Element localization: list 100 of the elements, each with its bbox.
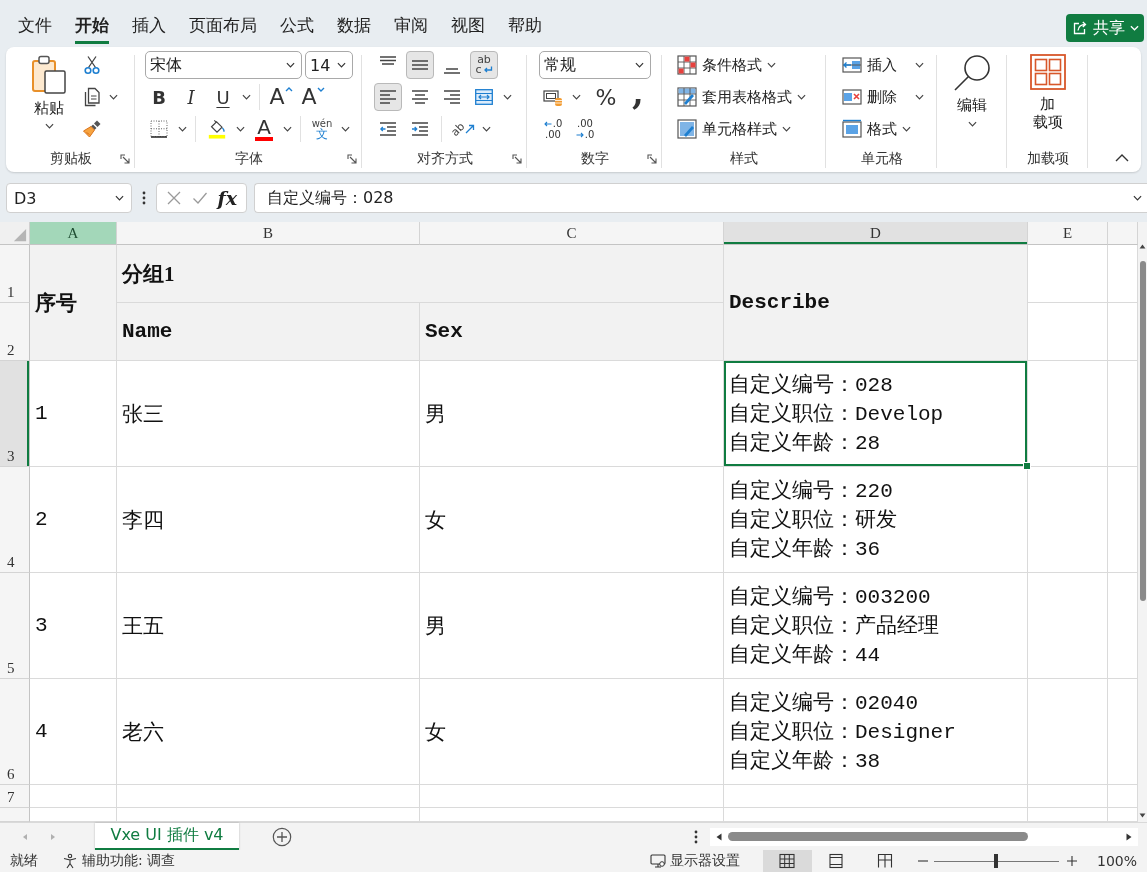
column-header[interactable]: E	[1028, 222, 1108, 245]
alignment-button[interactable]	[374, 83, 402, 111]
launcher-icon[interactable]	[512, 154, 522, 164]
column-header[interactable]: B	[117, 222, 420, 245]
alignment-button[interactable]	[406, 51, 434, 79]
launcher-icon[interactable]	[120, 154, 130, 164]
caret-icon[interactable]	[572, 94, 581, 100]
caret-icon	[915, 62, 924, 68]
formula-field[interactable]: 自定义编号：028	[254, 183, 1147, 213]
font-name-field[interactable]: 宋体	[145, 51, 302, 79]
insert-function-button[interactable]: fx	[217, 187, 238, 209]
menu-tab[interactable]: 视图	[440, 11, 496, 44]
scrollbar-thumb[interactable]	[1139, 261, 1146, 601]
font-size-button[interactable]: A	[267, 83, 295, 111]
right-arrow-icon[interactable]	[1126, 832, 1132, 841]
down-arrow-icon[interactable]	[1139, 813, 1146, 818]
ribbon-button[interactable]: 格式	[839, 115, 914, 143]
name-box[interactable]: D3	[6, 183, 132, 213]
horizontal-scrollbar[interactable]	[710, 827, 1138, 846]
font-size-button[interactable]: A	[299, 83, 327, 111]
alignment-button[interactable]: ab	[449, 115, 477, 143]
align-top-icon	[380, 55, 396, 65]
accessibility-button[interactable]: 辅助功能: 调查	[62, 850, 176, 872]
text-style-button[interactable]: I	[177, 83, 205, 111]
align-center-icon	[412, 90, 428, 104]
alignment-button[interactable]: ab c	[470, 51, 498, 79]
minus-icon[interactable]	[917, 860, 928, 862]
chevron-up-icon[interactable]	[1115, 154, 1129, 162]
font-color-button[interactable]: A	[250, 115, 278, 143]
scrollbar-thumb[interactable]	[728, 832, 1028, 841]
percent-button[interactable]: %	[592, 83, 620, 111]
checkmark-icon[interactable]	[191, 190, 208, 206]
table-cell: 女	[420, 679, 724, 785]
phonetic-button[interactable]: wén 文	[308, 115, 336, 143]
menu-tab[interactable]: 审阅	[383, 11, 439, 44]
table-cell: 自定义编号：028 自定义职位：Develop 自定义年龄：28	[724, 361, 1028, 467]
column-header[interactable]: C	[420, 222, 724, 245]
menu-tab[interactable]: 帮助	[497, 11, 553, 44]
left-arrow-icon[interactable]	[716, 832, 722, 841]
caret-icon[interactable]	[178, 126, 187, 132]
ribbon-button[interactable]: 插入	[839, 51, 927, 79]
ribbon-button[interactable]: 单元格样式	[674, 115, 794, 143]
row-header[interactable]: 3	[0, 361, 30, 467]
share-button[interactable]: 共享	[1066, 14, 1144, 42]
font-size-field[interactable]: 14	[305, 51, 353, 79]
row-header[interactable]: 4	[0, 467, 30, 573]
caret-icon[interactable]	[341, 126, 350, 132]
caret-icon	[967, 121, 977, 127]
row-header[interactable]: 6	[0, 679, 30, 785]
menu-tab[interactable]: 文件	[7, 11, 63, 44]
text-style-button[interactable]: B	[145, 83, 173, 111]
caret-icon[interactable]	[109, 94, 118, 100]
plus-icon[interactable]	[1066, 856, 1077, 866]
page-break-icon	[877, 853, 894, 869]
decimal-button[interactable]: .00 .0	[571, 115, 599, 143]
decimal-button[interactable]: .0 .00	[539, 115, 567, 143]
editing-button[interactable]: 编辑	[952, 53, 992, 148]
column-header[interactable]: D	[724, 222, 1028, 245]
row-header[interactable]: 7	[0, 785, 30, 808]
paste-button[interactable]: 粘贴	[26, 49, 72, 148]
ribbon-button[interactable]: 套用表格格式	[674, 83, 809, 111]
row-header[interactable]: 5	[0, 573, 30, 679]
table-cell: 自定义编号：003200 自定义职位：产品经理 自定义年龄：44	[724, 573, 1028, 679]
table-cell: 自定义编号：220 自定义职位：研发 自定义年龄：36	[724, 467, 1028, 573]
vertical-dots-icon[interactable]	[694, 829, 698, 844]
sheet-tab[interactable]: Vxe UI 插件 v4	[95, 823, 239, 850]
vertical-dots-icon[interactable]	[142, 191, 146, 205]
caret-icon	[635, 62, 644, 68]
cancel-icon[interactable]	[165, 190, 182, 206]
menu-tab[interactable]: 插入	[121, 11, 177, 44]
caret-icon[interactable]	[503, 94, 512, 100]
caret-icon[interactable]	[482, 126, 491, 132]
row-header[interactable]: 1	[0, 245, 30, 303]
menu-tab[interactable]: 页面布局	[178, 11, 268, 44]
row-header[interactable]: 2	[0, 303, 30, 361]
view-button[interactable]	[762, 850, 812, 872]
ribbon-button[interactable]: 条件格式	[674, 51, 779, 79]
slider-thumb[interactable]	[994, 853, 999, 868]
menu-tab[interactable]: 公式	[269, 11, 325, 44]
caret-icon[interactable]	[242, 94, 251, 100]
launcher-icon[interactable]	[647, 154, 657, 164]
vertical-scrollbar[interactable]	[1138, 222, 1147, 822]
display-settings-button[interactable]: 显示器设置	[649, 850, 740, 872]
group-label: 数字	[580, 149, 609, 168]
up-arrow-icon[interactable]	[1139, 244, 1146, 249]
comma-style-button[interactable]: ,	[624, 83, 652, 111]
table-cell: 老六	[117, 679, 420, 785]
number-format-field[interactable]: 常规	[539, 51, 651, 79]
launcher-icon[interactable]	[347, 154, 357, 164]
add-circle-icon[interactable]	[272, 826, 292, 847]
menu-tab[interactable]: 数据	[326, 11, 382, 44]
right-arrow-icon	[575, 131, 584, 138]
addins-button[interactable]: 加载项	[1029, 53, 1066, 148]
clipboard-icon	[31, 55, 67, 95]
caret-icon[interactable]	[236, 126, 245, 132]
ribbon-button[interactable]: 删除	[839, 83, 927, 111]
fill-handle[interactable]	[1023, 462, 1031, 470]
text-style-button[interactable]: U	[209, 83, 237, 111]
caret-icon[interactable]	[283, 126, 292, 132]
column-header[interactable]: A	[30, 222, 117, 245]
